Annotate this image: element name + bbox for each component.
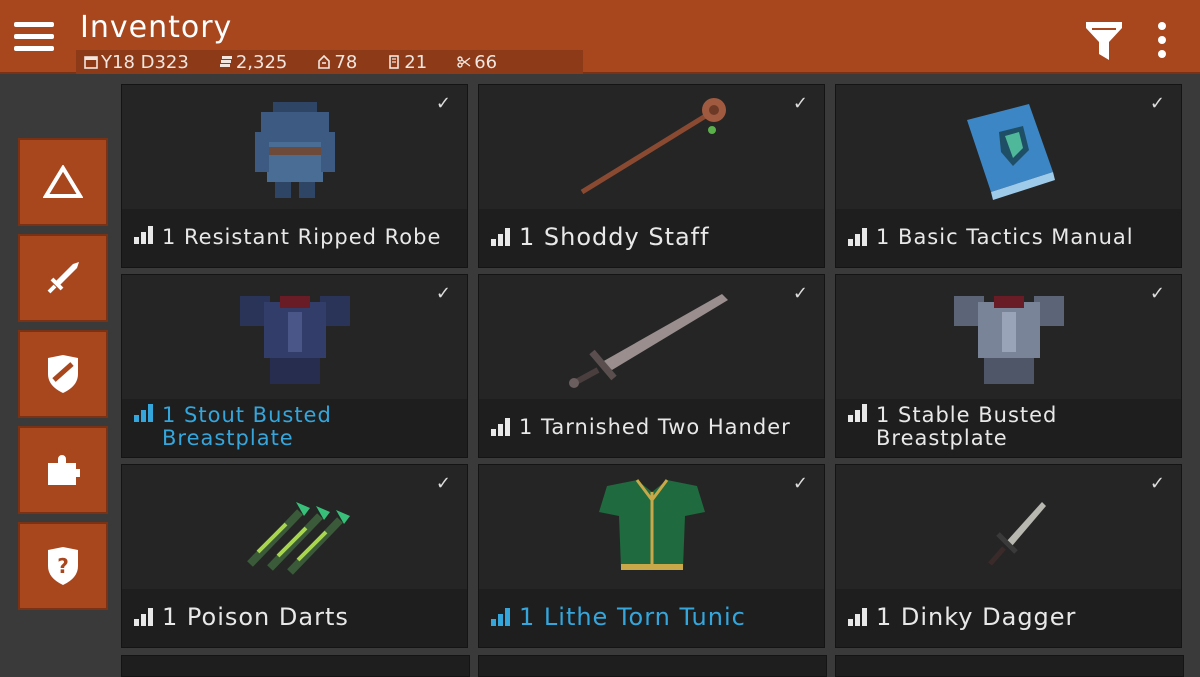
quality-bars-icon bbox=[848, 404, 868, 422]
stat-gold-value: 2,325 bbox=[235, 51, 288, 73]
equipped-check-icon: ✓ bbox=[1149, 473, 1165, 494]
item-card[interactable]: ✓ 1 Stable Busted Breastplate bbox=[835, 274, 1182, 458]
item-label: 1 Shoddy Staff bbox=[491, 207, 814, 267]
quality-bars-icon bbox=[134, 404, 154, 422]
item-card[interactable]: ✓ 1 Tarnished Two Hander bbox=[478, 274, 825, 458]
coins-icon bbox=[219, 56, 232, 67]
supplies-icon bbox=[318, 55, 331, 69]
item-art bbox=[836, 275, 1181, 399]
tab-unknown[interactable]: ? bbox=[18, 522, 108, 610]
tab-all[interactable] bbox=[18, 138, 108, 226]
sword-icon bbox=[47, 262, 79, 294]
filter-icon[interactable] bbox=[1084, 20, 1124, 62]
stat-date: Y18 D323 bbox=[84, 52, 189, 73]
item-art bbox=[122, 275, 467, 399]
robe-icon bbox=[254, 102, 335, 198]
quality-bars-icon bbox=[848, 228, 868, 246]
item-name: 1 Tarnished Two Hander bbox=[519, 414, 791, 439]
equipped-check-icon: ✓ bbox=[1149, 283, 1165, 304]
item-name: 1 Stable Busted Breastplate bbox=[876, 403, 1058, 450]
stat-scrolls: 21 bbox=[387, 52, 427, 73]
quality-bars-icon bbox=[134, 225, 154, 244]
equipped-check-icon: ✓ bbox=[792, 473, 808, 494]
puzzle-icon bbox=[48, 455, 80, 485]
item-card[interactable]: ✓ 1 Lithe Torn Tunic bbox=[478, 464, 825, 648]
item-art bbox=[122, 465, 467, 589]
quality-bars-icon bbox=[491, 228, 511, 246]
svg-text:?: ? bbox=[57, 554, 69, 578]
quality-bars-icon bbox=[134, 608, 154, 626]
stat-scrolls-value: 21 bbox=[404, 51, 428, 73]
item-label: 1 Poison Darts bbox=[134, 587, 457, 647]
stat-materials-value: 66 bbox=[474, 51, 498, 73]
dagger-icon bbox=[987, 502, 1046, 566]
more-vertical-icon[interactable] bbox=[1152, 22, 1172, 60]
triangle-icon bbox=[43, 165, 83, 198]
equipped-check-icon: ✓ bbox=[1149, 93, 1165, 114]
equipped-check-icon: ✓ bbox=[792, 93, 808, 114]
resource-stats-bar: Y18 D323 2,325 78 21 66 bbox=[76, 50, 583, 74]
item-card[interactable]: ✓ 1 Stout Busted Breastplate bbox=[121, 274, 468, 458]
item-card-partial[interactable] bbox=[835, 655, 1184, 677]
item-name: 1 Basic Tactics Manual bbox=[876, 224, 1134, 249]
quality-bars-icon bbox=[491, 608, 511, 626]
shield-icon bbox=[48, 355, 78, 393]
item-label: 1 Stout Busted Breastplate bbox=[134, 397, 457, 457]
item-label: 1 Lithe Torn Tunic bbox=[491, 587, 814, 647]
item-label: 1 Tarnished Two Hander bbox=[491, 397, 814, 457]
equipped-check-icon: ✓ bbox=[792, 283, 808, 304]
item-label: 1 Basic Tactics Manual bbox=[848, 207, 1171, 267]
quality-bars-icon bbox=[848, 608, 868, 626]
staff-icon bbox=[580, 98, 726, 195]
item-art bbox=[479, 275, 824, 399]
item-art bbox=[836, 85, 1181, 209]
darts-icon bbox=[246, 502, 350, 575]
item-name: 1 Stout Busted Breastplate bbox=[162, 403, 332, 450]
item-label: 1 Stable Busted Breastplate bbox=[848, 397, 1171, 457]
item-card[interactable]: ✓ 1 Basic Tactics Manual bbox=[835, 84, 1182, 268]
equipped-check-icon: ✓ bbox=[435, 473, 451, 494]
page-title: Inventory bbox=[80, 10, 233, 45]
item-art bbox=[836, 465, 1181, 589]
stat-materials: 66 bbox=[457, 52, 497, 73]
item-label: 1 Resistant Ripped Robe bbox=[134, 207, 457, 267]
tab-weapons[interactable] bbox=[18, 234, 108, 322]
tunic-icon bbox=[598, 479, 705, 570]
item-card[interactable]: ✓ 1 Shoddy Staff bbox=[478, 84, 825, 268]
item-art bbox=[479, 465, 824, 589]
stat-supplies-value: 78 bbox=[334, 51, 358, 73]
item-card[interactable]: ✓ 1 Resistant Ripped Robe bbox=[121, 84, 468, 268]
item-name: 1 Poison Darts bbox=[162, 603, 349, 631]
item-name: 1 Lithe Torn Tunic bbox=[519, 603, 746, 631]
breastplate-icon bbox=[239, 296, 350, 384]
item-name: 1 Dinky Dagger bbox=[876, 603, 1077, 631]
item-name: 1 Resistant Ripped Robe bbox=[162, 224, 442, 249]
top-bar: Inventory Y18 D323 2,325 78 21 66 bbox=[0, 0, 1200, 74]
item-name: 1 Shoddy Staff bbox=[519, 223, 710, 251]
calendar-icon bbox=[84, 56, 98, 69]
item-art bbox=[122, 85, 467, 209]
question-shield-icon: ? bbox=[48, 547, 78, 585]
stat-gold: 2,325 bbox=[219, 51, 288, 73]
item-card-partial[interactable] bbox=[478, 655, 827, 677]
item-label: 1 Dinky Dagger bbox=[848, 587, 1171, 647]
scissors-icon bbox=[457, 56, 471, 68]
tab-materials[interactable] bbox=[18, 426, 108, 514]
item-card[interactable]: ✓ 1 Poison Darts bbox=[121, 464, 468, 648]
tab-armor[interactable] bbox=[18, 330, 108, 418]
stat-supplies: 78 bbox=[317, 52, 357, 73]
breastplate-icon bbox=[953, 296, 1064, 384]
stat-date-value: Y18 D323 bbox=[101, 51, 189, 73]
quality-bars-icon bbox=[491, 418, 511, 436]
scroll-icon bbox=[389, 55, 400, 69]
equipped-check-icon: ✓ bbox=[435, 93, 451, 114]
item-card[interactable]: ✓ 1 Dinky Dagger bbox=[835, 464, 1182, 648]
book-icon bbox=[966, 104, 1055, 200]
hamburger-menu-icon[interactable] bbox=[14, 20, 56, 54]
item-card-partial[interactable] bbox=[121, 655, 470, 677]
greatsword-icon bbox=[568, 294, 728, 388]
equipped-check-icon: ✓ bbox=[435, 283, 451, 304]
item-art bbox=[479, 85, 824, 209]
